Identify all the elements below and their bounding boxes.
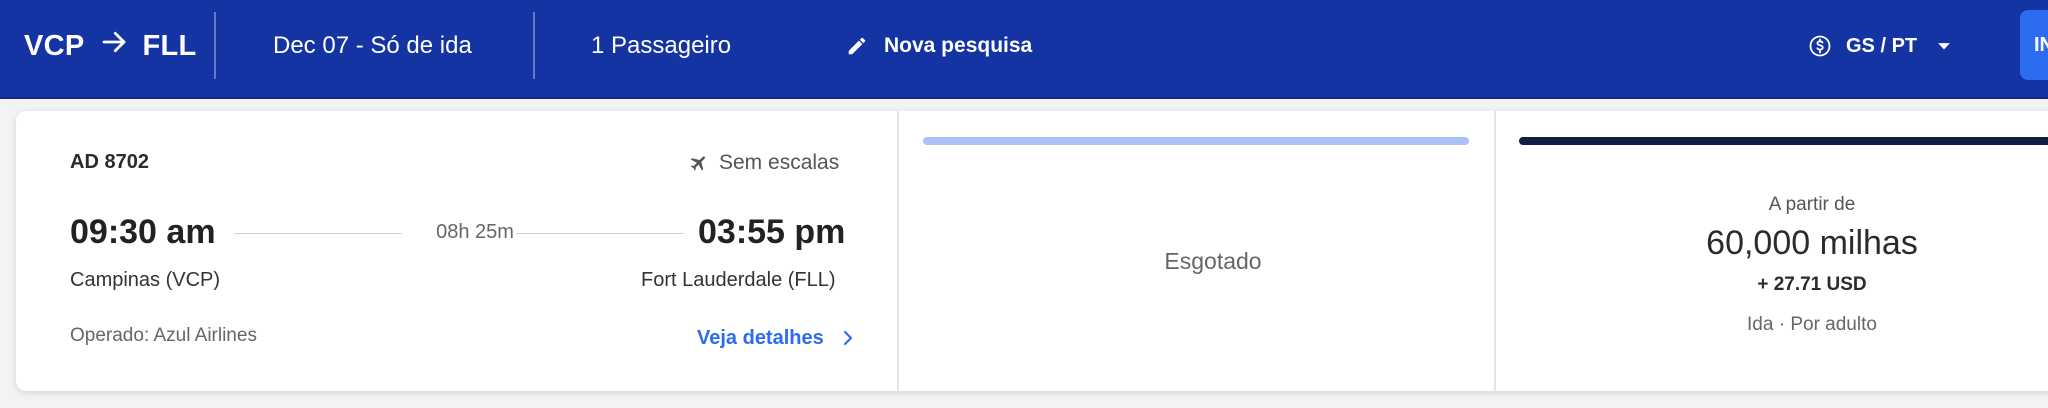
route-summary[interactable]: VCP FLL (24, 28, 197, 64)
caret-down-icon (1938, 43, 1950, 50)
chevron-right-icon (843, 330, 852, 346)
divider (214, 12, 216, 79)
login-button[interactable]: IN (2020, 10, 2048, 80)
price-from-label: A partir de (1768, 194, 1856, 215)
miles-price[interactable]: 60,000 milhas (1512, 224, 2048, 263)
sold-out-label: Esgotado (1164, 248, 1262, 274)
departure-city: Campinas (VCP) (70, 269, 221, 291)
new-search-button[interactable]: Nova pesquisa (846, 28, 1032, 64)
pencil-icon (848, 37, 866, 55)
origin-code: VCP (24, 29, 85, 62)
view-details-label: Veja detalhes (697, 326, 824, 349)
timeline-line (234, 233, 402, 234)
operated-by: Operado: Azul Airlines (70, 325, 257, 346)
arrow-right-icon (99, 27, 129, 65)
arrival-time: 03:55 pm (698, 213, 846, 251)
stops-info: Sem escalas (689, 151, 839, 175)
column-divider (897, 111, 899, 391)
flight-result-card: AD 8702 Sem escalas 09:30 am 08h 25m 03:… (16, 111, 2048, 391)
stops-label: Sem escalas (719, 151, 840, 174)
date-selector[interactable]: Dec 07 - Só de ida (273, 28, 472, 64)
fare-option-bar (923, 137, 1469, 145)
locale-label: GS / PT (1846, 34, 1918, 57)
currency-icon (1809, 35, 1831, 57)
fare-option-bar (1519, 137, 2048, 145)
column-divider (1494, 111, 1496, 391)
airplane-icon (690, 156, 705, 171)
login-label: IN (2034, 33, 2048, 56)
search-header: VCP FLL Dec 07 - Só de ida 1 Passageiro … (0, 0, 2048, 99)
fare-note: Ida · Por adulto (1747, 314, 1877, 335)
new-search-label: Nova pesquisa (884, 34, 1033, 57)
timeline-line (516, 233, 684, 234)
passenger-selector[interactable]: 1 Passageiro (591, 28, 731, 64)
departure-time: 09:30 am (70, 213, 216, 251)
destination-code: FLL (142, 29, 197, 62)
tax-amount: + 27.71 USD (1757, 274, 1867, 295)
view-details-link[interactable]: Veja detalhes (697, 325, 856, 351)
flight-number: AD 8702 (70, 151, 149, 173)
arrival-city: Fort Lauderdale (FLL) (641, 269, 836, 291)
currency-language-selector[interactable]: GS / PT (1808, 28, 1951, 64)
divider (533, 12, 535, 79)
